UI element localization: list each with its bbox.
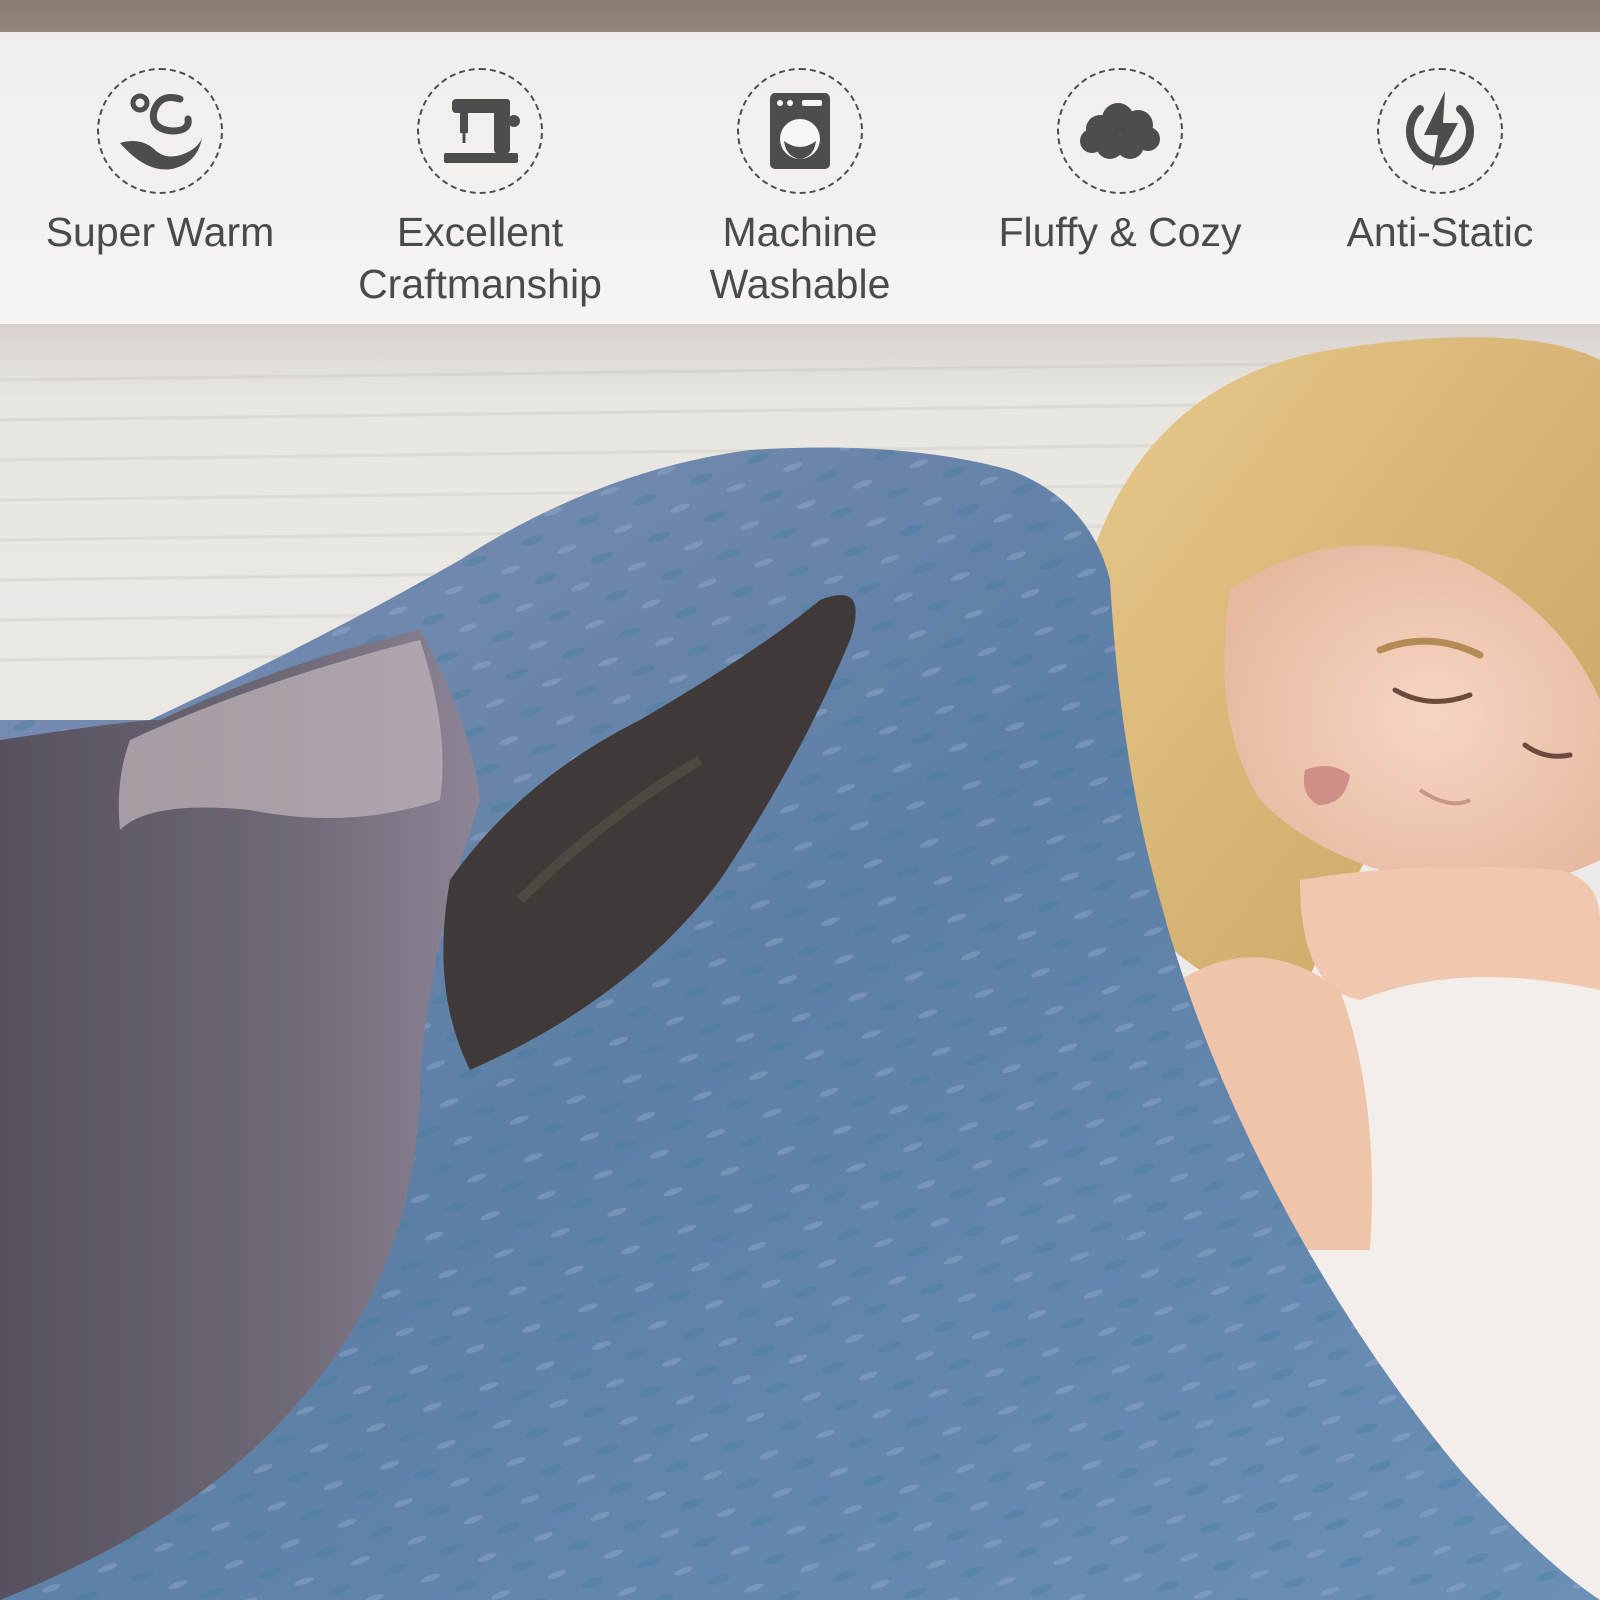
feature-badge — [737, 68, 863, 194]
lightning-icon — [1406, 91, 1474, 171]
feature-label: Machine Washable — [709, 209, 891, 307]
washing-machine-icon — [770, 93, 830, 169]
feature-badge — [97, 68, 223, 194]
feature-excellent-craftmanship: Excellent Craftmanship — [330, 68, 630, 310]
feature-label: Anti-Static — [1346, 209, 1534, 255]
feature-label: Fluffy & Cozy — [998, 209, 1242, 255]
feature-badge — [1057, 68, 1183, 194]
sewing-machine-icon — [444, 99, 520, 163]
feature-badge — [417, 68, 543, 194]
feature-machine-washable: Machine Washable — [650, 68, 950, 310]
warm-wave-icon — [120, 93, 202, 170]
features-banner: Super Warm Excellent Craftmanship Machin… — [0, 32, 1600, 324]
feature-fluffy-cozy: Fluffy & Cozy — [970, 68, 1270, 258]
feature-badge — [1377, 68, 1503, 194]
feature-label: Super Warm — [45, 209, 275, 255]
feature-super-warm: Super Warm — [10, 68, 310, 258]
cloud-icon — [1080, 103, 1160, 159]
feature-label: Excellent Craftmanship — [358, 209, 602, 307]
feature-anti-static: Anti-Static — [1290, 68, 1590, 258]
